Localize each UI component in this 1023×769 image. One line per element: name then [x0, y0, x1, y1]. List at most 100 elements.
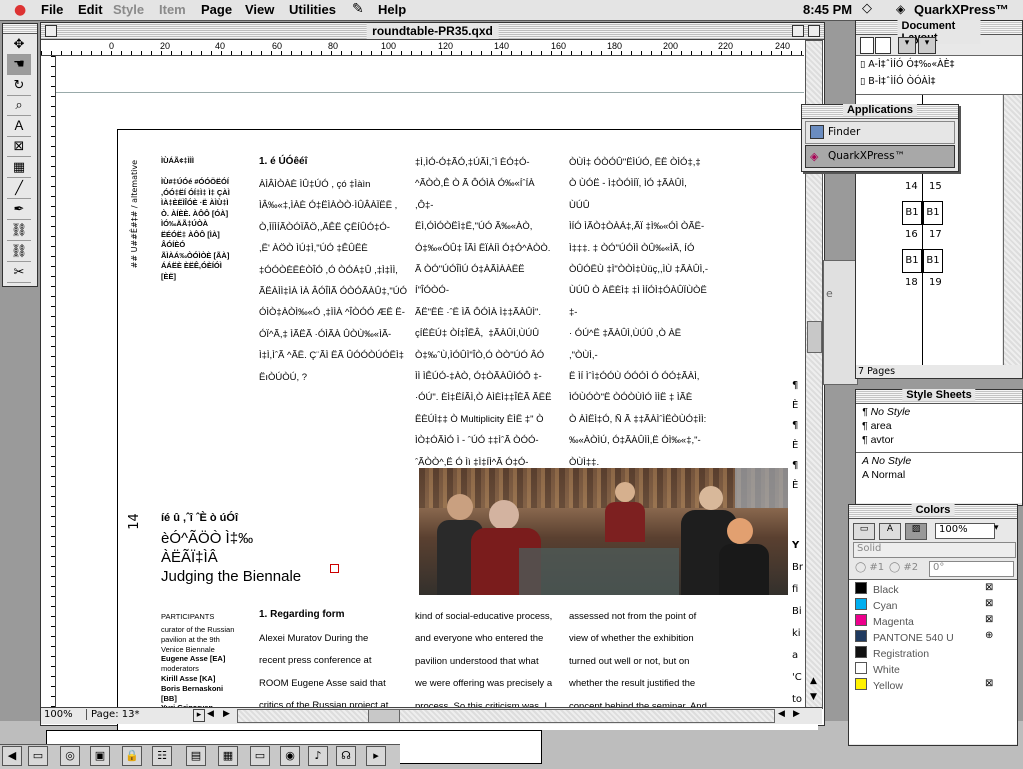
sound-strip-icon[interactable]: ♪ [308, 746, 328, 766]
scroll-down-arrow-icon[interactable]: ▼ [807, 692, 820, 706]
master-page-b[interactable]: ▯ B-Ì‡ˆÌÍÓ ÒÓÀÌ‡ [860, 76, 935, 87]
shade-field[interactable]: 100% [935, 523, 995, 539]
document-page[interactable]: ## U##Ê#‡# / altemative 14 ÌÙÁÃ¢‡ÌÌÌ ÌÙ#… [117, 129, 818, 730]
applications-titlebar[interactable]: Applications [802, 104, 958, 119]
menu-page[interactable]: Page [201, 2, 232, 17]
char-style-item[interactable]: A No Style [862, 455, 911, 467]
radio-2[interactable]: ◯ #2 [889, 562, 918, 573]
app-menu-label[interactable]: QuarkXPress™ [914, 2, 1009, 17]
text-path-tool-icon[interactable]: ✒ [7, 200, 31, 220]
item-tool-icon[interactable]: ✥ [7, 35, 31, 55]
char-style-item[interactable]: A Normal [862, 469, 905, 481]
scroll-left-arrow-icon[interactable]: ◀ [207, 709, 214, 719]
unlinking-tool-icon[interactable]: ⛓ [7, 242, 31, 262]
style-item[interactable]: ¶ avtor [862, 434, 894, 446]
english-column-2[interactable]: Alexei Muratov During the recent press c… [259, 628, 409, 718]
article-title[interactable]: Judging the Biennale [161, 568, 301, 585]
scissors-tool-icon[interactable]: ✂ [7, 263, 31, 283]
menu-item[interactable]: Item [159, 2, 186, 17]
text-color-icon[interactable]: A [879, 523, 901, 540]
english-column-4[interactable]: assessed not from the point of view of w… [569, 606, 724, 718]
scroll-up-arrow-icon[interactable]: ▲ [807, 676, 820, 690]
duplicate-page-icon[interactable]: ▾ [898, 37, 916, 54]
menu-edit[interactable]: Edit [78, 2, 103, 17]
color-item-black[interactable]: Black [855, 582, 899, 596]
garbled-column-4[interactable]: ÒÙÌ‡ ÓÒÓÛ"ËÌÚÓ, ËË ÒÌÓ‡,‡ Ò ÙÓË - Ì‡ÒÓÌÍ… [569, 152, 709, 470]
strip-collapse-icon[interactable]: ◀ [2, 746, 22, 766]
blend-type-select[interactable]: Solid [853, 542, 1016, 558]
close-box-icon[interactable] [45, 25, 57, 37]
tool-palette-titlebar[interactable] [3, 24, 37, 34]
quicktime-strip-icon[interactable]: ◉ [280, 746, 300, 766]
hscroll-left-arrow-icon[interactable]: ◀ [778, 709, 785, 719]
page-thumb[interactable]: B1 [923, 201, 943, 225]
horizontal-ruler[interactable]: 0 20 40 60 80 100 120 140 160 180 200 22… [41, 40, 804, 56]
angle-field[interactable]: 0° [929, 561, 1014, 577]
app-item-finder[interactable]: Finder [805, 121, 955, 144]
folder-strip-icon[interactable]: ▣ [90, 746, 110, 766]
hscroll-thumb[interactable] [368, 710, 400, 722]
blank-facing-page-icon[interactable] [875, 37, 891, 54]
zoom-field[interactable]: 100% [44, 709, 73, 720]
linking-tool-icon[interactable]: ⛓ [7, 221, 31, 241]
printer-strip-icon[interactable]: ▭ [250, 746, 270, 766]
roundtable-photo[interactable] [419, 468, 788, 595]
menu-utilities[interactable]: Utilities [289, 2, 336, 17]
document-titlebar[interactable]: roundtable-PR35.qxd [41, 23, 824, 40]
script-menu-icon[interactable]: ✎ [352, 1, 364, 17]
cd-strip-icon[interactable]: ◎ [60, 746, 80, 766]
pattern-strip-icon[interactable]: ▦ [218, 746, 238, 766]
master-page-a[interactable]: ▯ A-Ì‡ˆÌÍÓ Ó‡‰«ÀÈ‡ [860, 59, 954, 70]
picture-box-handle-icon[interactable] [330, 564, 339, 573]
document-layout-titlebar[interactable]: Document Layout [856, 20, 1022, 44]
strip-end-icon[interactable]: ▸ [366, 746, 386, 766]
page-thumb[interactable]: B1 [902, 201, 922, 225]
blank-single-page-icon[interactable] [860, 37, 874, 54]
monitor-strip-icon[interactable]: ▤ [186, 746, 206, 766]
participants-list[interactable]: curator of the Russian pavilion at the 9… [161, 625, 243, 713]
english-column-3[interactable]: kind of social-educative process, and ev… [415, 606, 565, 718]
color-item-white[interactable]: White [855, 662, 900, 676]
style-item[interactable]: ¶ No Style [862, 406, 910, 418]
colors-titlebar[interactable]: Colors [849, 504, 1017, 519]
network-strip-icon[interactable]: ☷ [152, 746, 172, 766]
horizontal-scrollbar[interactable] [237, 709, 775, 723]
background-color-icon[interactable]: ▨ [905, 523, 927, 540]
zoom-box-icon[interactable] [792, 25, 804, 37]
speech-strip-icon[interactable]: ☊ [336, 746, 356, 766]
garbled-column-3[interactable]: ‡Ì,ÌÓ-Ó‡ÃÓ,‡ÚÃÌ,ˆÌ ÈÓ‡Ó- ^ÃÒÒ,Ê Ò Ã ÔÓÌÀ… [415, 152, 555, 470]
menu-style[interactable]: Style [113, 2, 144, 17]
page-thumb[interactable]: B1 [923, 249, 943, 273]
help-balloon-icon[interactable]: ◇ [862, 1, 872, 16]
menu-help[interactable]: Help [378, 2, 406, 17]
vertical-ruler[interactable] [41, 56, 56, 707]
table-tool-icon[interactable]: ▦ [7, 158, 31, 178]
text-box-tool-icon[interactable]: Ａ [7, 117, 31, 137]
radio-1[interactable]: ◯ #1 [855, 562, 884, 573]
collapse-box-icon[interactable] [808, 25, 820, 37]
color-item-magenta[interactable]: Magenta [855, 614, 914, 628]
app-item-quarkxpress[interactable]: ◈ QuarkXPress™ [805, 145, 955, 168]
shade-popup-icon[interactable]: ▾ [994, 523, 1006, 537]
zoom-tool-icon[interactable]: ⌕ [7, 96, 31, 116]
finder-strip-icon[interactable]: ▭ [28, 746, 48, 766]
rotate-tool-icon[interactable]: ↻ [7, 76, 31, 96]
page-popup-icon[interactable]: ▸ [193, 709, 205, 722]
apple-menu-icon[interactable]: ● [14, 2, 26, 18]
color-item-yellow[interactable]: Yellow [855, 678, 903, 692]
delete-page-icon[interactable]: ▾ [918, 37, 936, 54]
scroll-thumb[interactable] [807, 321, 822, 353]
app-switch-icon[interactable]: ◈ [896, 2, 905, 16]
garbled-credits-text[interactable]: ÌÙÁÃ¢‡ÌÌÌ ÌÙ#‡ÚÓé #ÓÓÖËÓÍ ,ÓÓ‡ËÍ ÓÍ‡Ì‡ Ì… [161, 156, 241, 466]
lock-strip-icon[interactable]: 🔒 [122, 746, 142, 766]
garbled-column-2[interactable]: ÀÌÂÌÒÀÈ ÌÛ‡ÚÓ , çó ‡Ìàìn ÌÂ‰«‡,ÌÀÈ Ó‡ËÌÀ… [259, 174, 409, 474]
line-tool-icon[interactable]: ╱ [7, 179, 31, 199]
style-item[interactable]: ¶ area [862, 420, 892, 432]
color-item-registration[interactable]: Registration [855, 646, 929, 660]
menu-file[interactable]: File [41, 2, 63, 17]
content-tool-icon[interactable]: ☚ [7, 55, 31, 75]
page-thumb[interactable]: B1 [902, 249, 922, 273]
picture-box-tool-icon[interactable]: ⊠ [7, 137, 31, 157]
style-sheets-titlebar[interactable]: Style Sheets [856, 389, 1022, 404]
scroll-right-arrow-icon[interactable]: ▶ [223, 709, 230, 719]
